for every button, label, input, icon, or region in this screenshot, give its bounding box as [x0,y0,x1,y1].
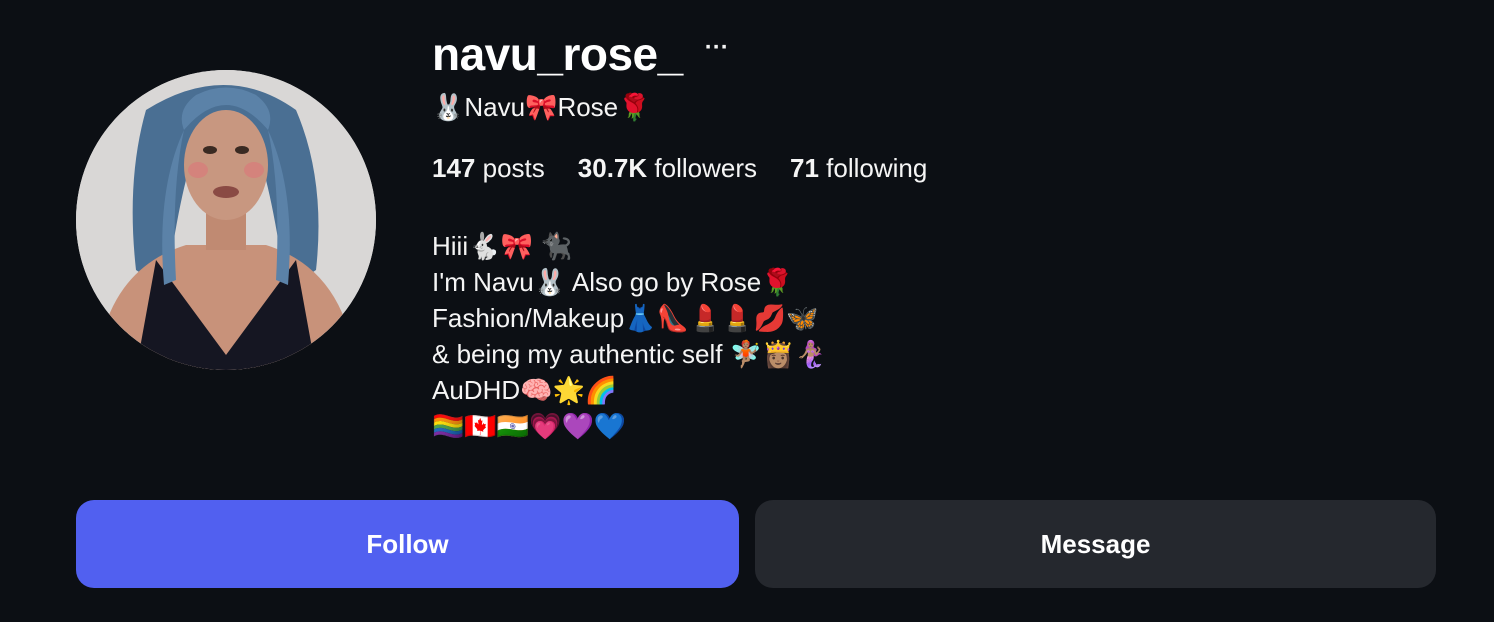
posts-count: 147 [432,153,476,183]
profile-bio: Hiii🐇🎀 🐈‍⬛ I'm Navu🐰 Also go by Rose🌹 Fa… [432,228,827,444]
profile-stats: 147 posts 30.7K followers 71 following [432,153,960,184]
more-options-icon[interactable]: ··· [705,36,729,72]
followers-count: 30.7K [577,153,648,183]
posts-stat[interactable]: 147 posts [432,153,545,184]
bio-line: AuDHD🧠🌟🌈 [432,375,618,405]
profile-avatar[interactable] [76,70,376,370]
bio-line: I'm Navu🐰 Also go by Rose🌹 [432,267,794,297]
profile-username: navu_rose_ [432,28,683,80]
bio-line: Hiii🐇🎀 🐈‍⬛ [432,231,573,261]
avatar-image [76,70,376,370]
bio-line: & being my authentic self 🧚🏽👸🏽🧜🏽‍♀️ [432,339,827,369]
followers-stat[interactable]: 30.7K followers [578,153,757,184]
following-stat[interactable]: 71 following [790,153,927,184]
message-button[interactable]: Message [755,500,1436,588]
followers-label: followers [654,153,757,183]
bio-line: 🏳️‍🌈🇨🇦🇮🇳💗💜💙 [432,411,627,441]
following-count: 71 [790,153,819,183]
profile-display-name: 🐰Navu🎀Rose🌹 [432,92,651,122]
follow-button[interactable]: Follow [76,500,739,588]
username-row: navu_rose_ ··· [432,24,729,84]
following-label: following [826,153,928,183]
posts-label: posts [482,153,545,183]
bio-line: Fashion/Makeup👗👠💄💄💋🦋 [432,303,819,333]
